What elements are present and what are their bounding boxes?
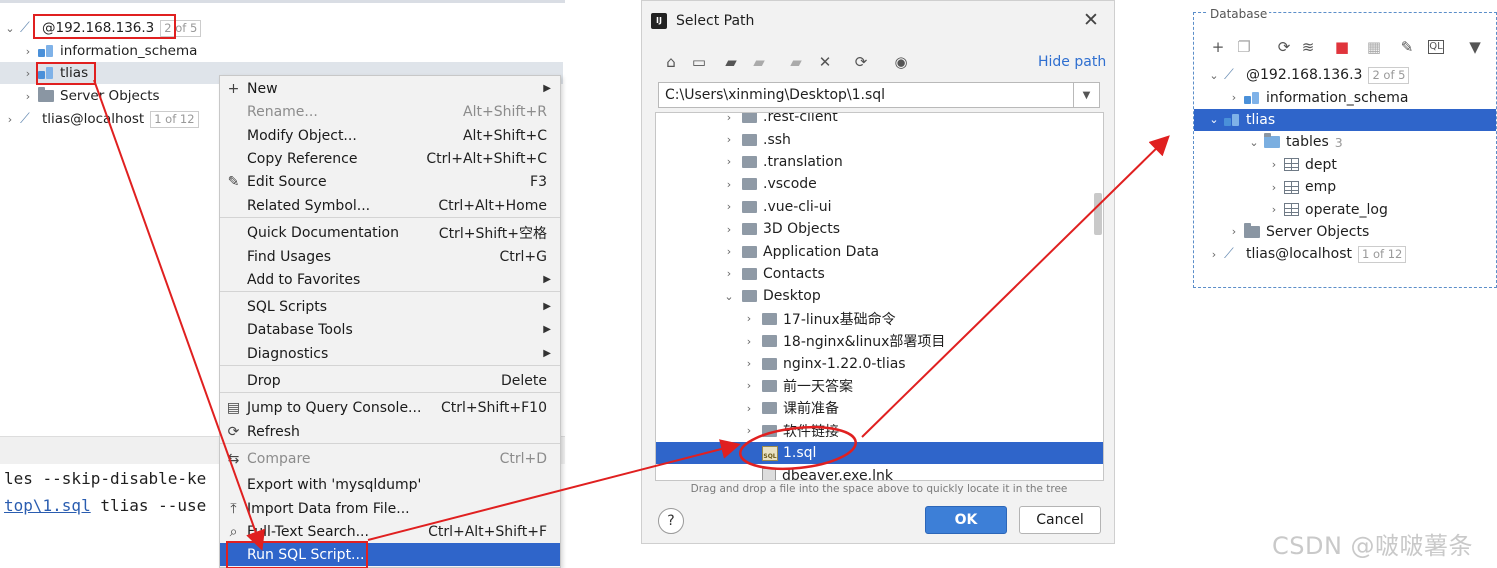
annotation-arrow <box>93 79 266 551</box>
annotation-box <box>226 541 368 568</box>
watermark: CSDN @啵啵薯条 <box>1272 532 1474 560</box>
annotation-arrow <box>367 439 741 541</box>
annotation-arrows <box>93 79 1170 568</box>
annotation-circle <box>739 425 857 471</box>
screenshot-root: ⌄ ⟋ @192.168.136.3 2 of 5 › information_… <box>0 0 1497 568</box>
annotation-arrow <box>861 135 1170 438</box>
